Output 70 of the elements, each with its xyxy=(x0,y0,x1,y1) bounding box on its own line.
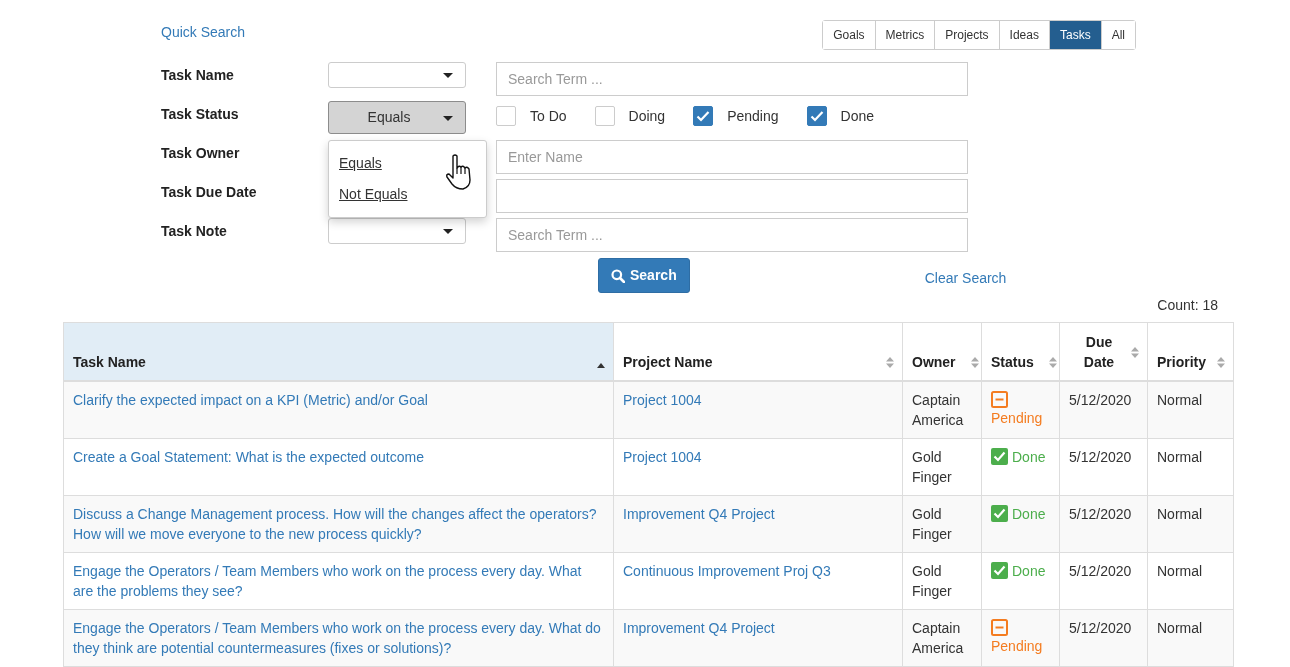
caret-icon xyxy=(443,73,453,78)
check-square-icon xyxy=(991,448,1008,465)
result-count: Count: 18 xyxy=(1156,296,1219,315)
status-text: Done xyxy=(1012,447,1046,467)
status-text: Done xyxy=(1012,504,1046,524)
due-date-cell: 5/12/2020 xyxy=(1059,552,1148,609)
column-header[interactable]: Priority xyxy=(1147,322,1234,381)
owner-cell: Gold Finger xyxy=(902,552,982,609)
owner-cell: Gold Finger xyxy=(902,438,982,495)
caret-icon xyxy=(443,229,453,234)
sort-ascending-icon xyxy=(597,362,605,368)
menu-item[interactable]: Not Equals xyxy=(329,179,486,210)
type-tab[interactable]: All xyxy=(1100,21,1135,49)
operator-dropdown[interactable]: Equals xyxy=(328,101,466,134)
column-header[interactable]: Status xyxy=(981,322,1060,381)
search-field[interactable] xyxy=(496,179,968,213)
priority-cell: Normal xyxy=(1147,380,1234,438)
operator-dropdown[interactable] xyxy=(328,62,466,88)
operator-dropdown[interactable] xyxy=(328,218,466,244)
checkbox[interactable] xyxy=(806,106,827,126)
due-date-cell: 5/12/2020 xyxy=(1059,380,1148,438)
search-icon xyxy=(611,268,625,283)
filter-label: Task Due Date xyxy=(161,183,258,202)
checkbox-label: Pending xyxy=(727,106,779,126)
search-field[interactable]: Enter Name xyxy=(496,140,968,174)
sort-icon xyxy=(971,356,979,368)
minus-square-icon xyxy=(991,390,1008,408)
search-button[interactable]: Search xyxy=(598,258,690,293)
filter-label: Task Status xyxy=(161,105,240,124)
quick-search-link[interactable]: Quick Search xyxy=(161,22,246,43)
column-header[interactable]: Task Name xyxy=(63,322,614,381)
owner-cell: Captain America xyxy=(902,380,982,438)
column-header[interactable]: Due Date xyxy=(1059,322,1148,381)
minus-square-icon xyxy=(991,618,1008,636)
checkbox[interactable] xyxy=(693,106,714,126)
sort-icon xyxy=(1049,356,1057,368)
check-square-icon xyxy=(991,505,1008,522)
sort-icon xyxy=(1217,356,1225,368)
search-field[interactable]: Search Term ... xyxy=(496,218,968,252)
checkbox[interactable] xyxy=(496,106,516,126)
check-square-icon xyxy=(991,562,1008,579)
status-text: Pending xyxy=(991,409,1043,426)
search-field[interactable]: Search Term ... xyxy=(496,62,968,96)
owner-cell: Gold Finger xyxy=(902,495,982,552)
checkbox-label: Doing xyxy=(628,106,666,126)
priority-cell: Normal xyxy=(1147,609,1234,666)
type-tab[interactable]: Tasks xyxy=(1048,21,1101,49)
due-date-cell: 5/12/2020 xyxy=(1059,609,1148,666)
menu-item[interactable]: Equals xyxy=(329,148,486,179)
checkbox[interactable] xyxy=(594,106,615,126)
checkbox-label: To Do xyxy=(530,106,567,126)
column-header[interactable]: Project Name xyxy=(613,322,903,381)
sort-icon xyxy=(1131,346,1139,358)
priority-cell: Normal xyxy=(1147,552,1234,609)
caret-icon xyxy=(443,115,453,121)
due-date-cell: 5/12/2020 xyxy=(1059,438,1148,495)
filter-label: Task Owner xyxy=(161,144,241,163)
column-header[interactable]: Owner xyxy=(902,322,982,381)
hand-cursor-icon xyxy=(446,154,472,190)
filter-label: Task Name xyxy=(161,66,235,85)
checkbox-label: Done xyxy=(840,106,875,126)
priority-cell: Normal xyxy=(1147,495,1234,552)
sort-icon xyxy=(886,356,894,368)
due-date-cell: 5/12/2020 xyxy=(1059,495,1148,552)
status-text: Done xyxy=(1012,561,1046,581)
filter-label: Task Note xyxy=(161,222,228,241)
status-text: Pending xyxy=(991,637,1043,654)
clear-search-link[interactable]: Clear Search xyxy=(924,267,1007,289)
priority-cell: Normal xyxy=(1147,438,1234,495)
owner-cell: Captain America xyxy=(902,609,982,666)
